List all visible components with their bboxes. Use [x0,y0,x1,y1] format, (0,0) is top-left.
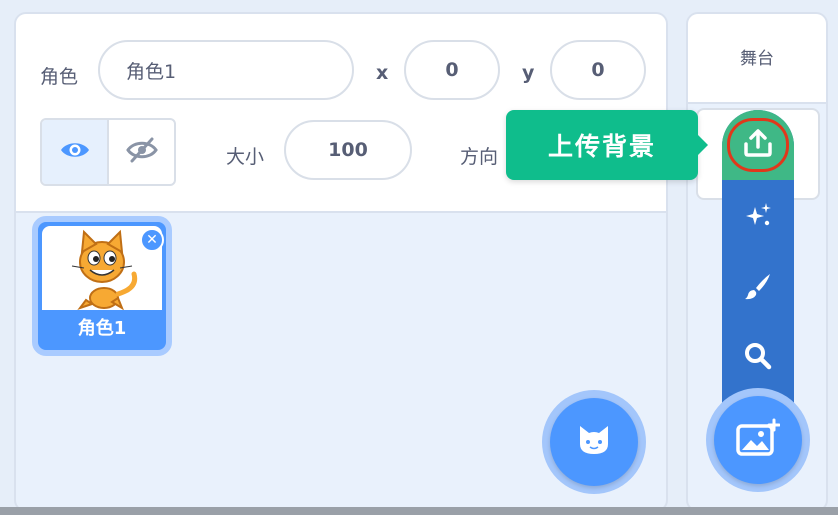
window-bottom-edge [0,507,838,515]
visibility-toggle [40,118,176,186]
sprite-name-label: 角色 [40,66,79,88]
add-sprite-button[interactable] [542,390,646,494]
search-icon [743,341,773,375]
paint-icon [743,271,773,305]
direction-label: 方向 [460,146,499,168]
close-icon: ✕ [146,232,158,248]
paint-backdrop-button[interactable] [722,258,794,318]
size-input[interactable]: 100 [284,120,412,180]
upload-icon [743,129,773,161]
surprise-backdrop-button[interactable] [722,188,794,248]
x-value: 0 [445,59,459,81]
y-label: y [522,62,535,84]
x-input[interactable]: 0 [404,40,500,100]
surprise-icon [743,201,773,235]
size-value: 100 [328,139,368,161]
hide-sprite-button[interactable] [109,120,174,184]
y-input[interactable]: 0 [550,40,646,100]
sprite-info-panel: 角色 角色1 x 0 y 0 大小 100 方向 ✕ 角色1 [14,12,668,512]
choose-backdrop-button[interactable] [722,328,794,388]
eye-slash-icon [125,137,158,167]
upload-backdrop-tooltip: 上传背景 [506,110,698,180]
stage-title: 舞台 [740,49,774,69]
y-value: 0 [591,59,605,81]
sprite-tile[interactable]: ✕ 角色1 [32,216,172,356]
show-sprite-button[interactable] [42,120,109,184]
stage-header: 舞台 [688,14,826,104]
add-backdrop-button[interactable] [706,388,810,492]
upload-backdrop-button[interactable] [722,110,794,180]
sprite-tile-name: 角色1 [77,318,127,339]
image-icon [736,418,781,462]
sprite-name-value: 角色1 [126,60,177,83]
cat-icon [575,422,613,462]
size-label: 大小 [226,146,265,168]
delete-sprite-button[interactable]: ✕ [140,228,164,252]
upload-highlight-ring [727,118,789,172]
sprite-name-input[interactable]: 角色1 [98,40,354,100]
tooltip-arrow [696,133,708,157]
eye-icon [59,139,91,165]
x-label: x [376,62,389,84]
